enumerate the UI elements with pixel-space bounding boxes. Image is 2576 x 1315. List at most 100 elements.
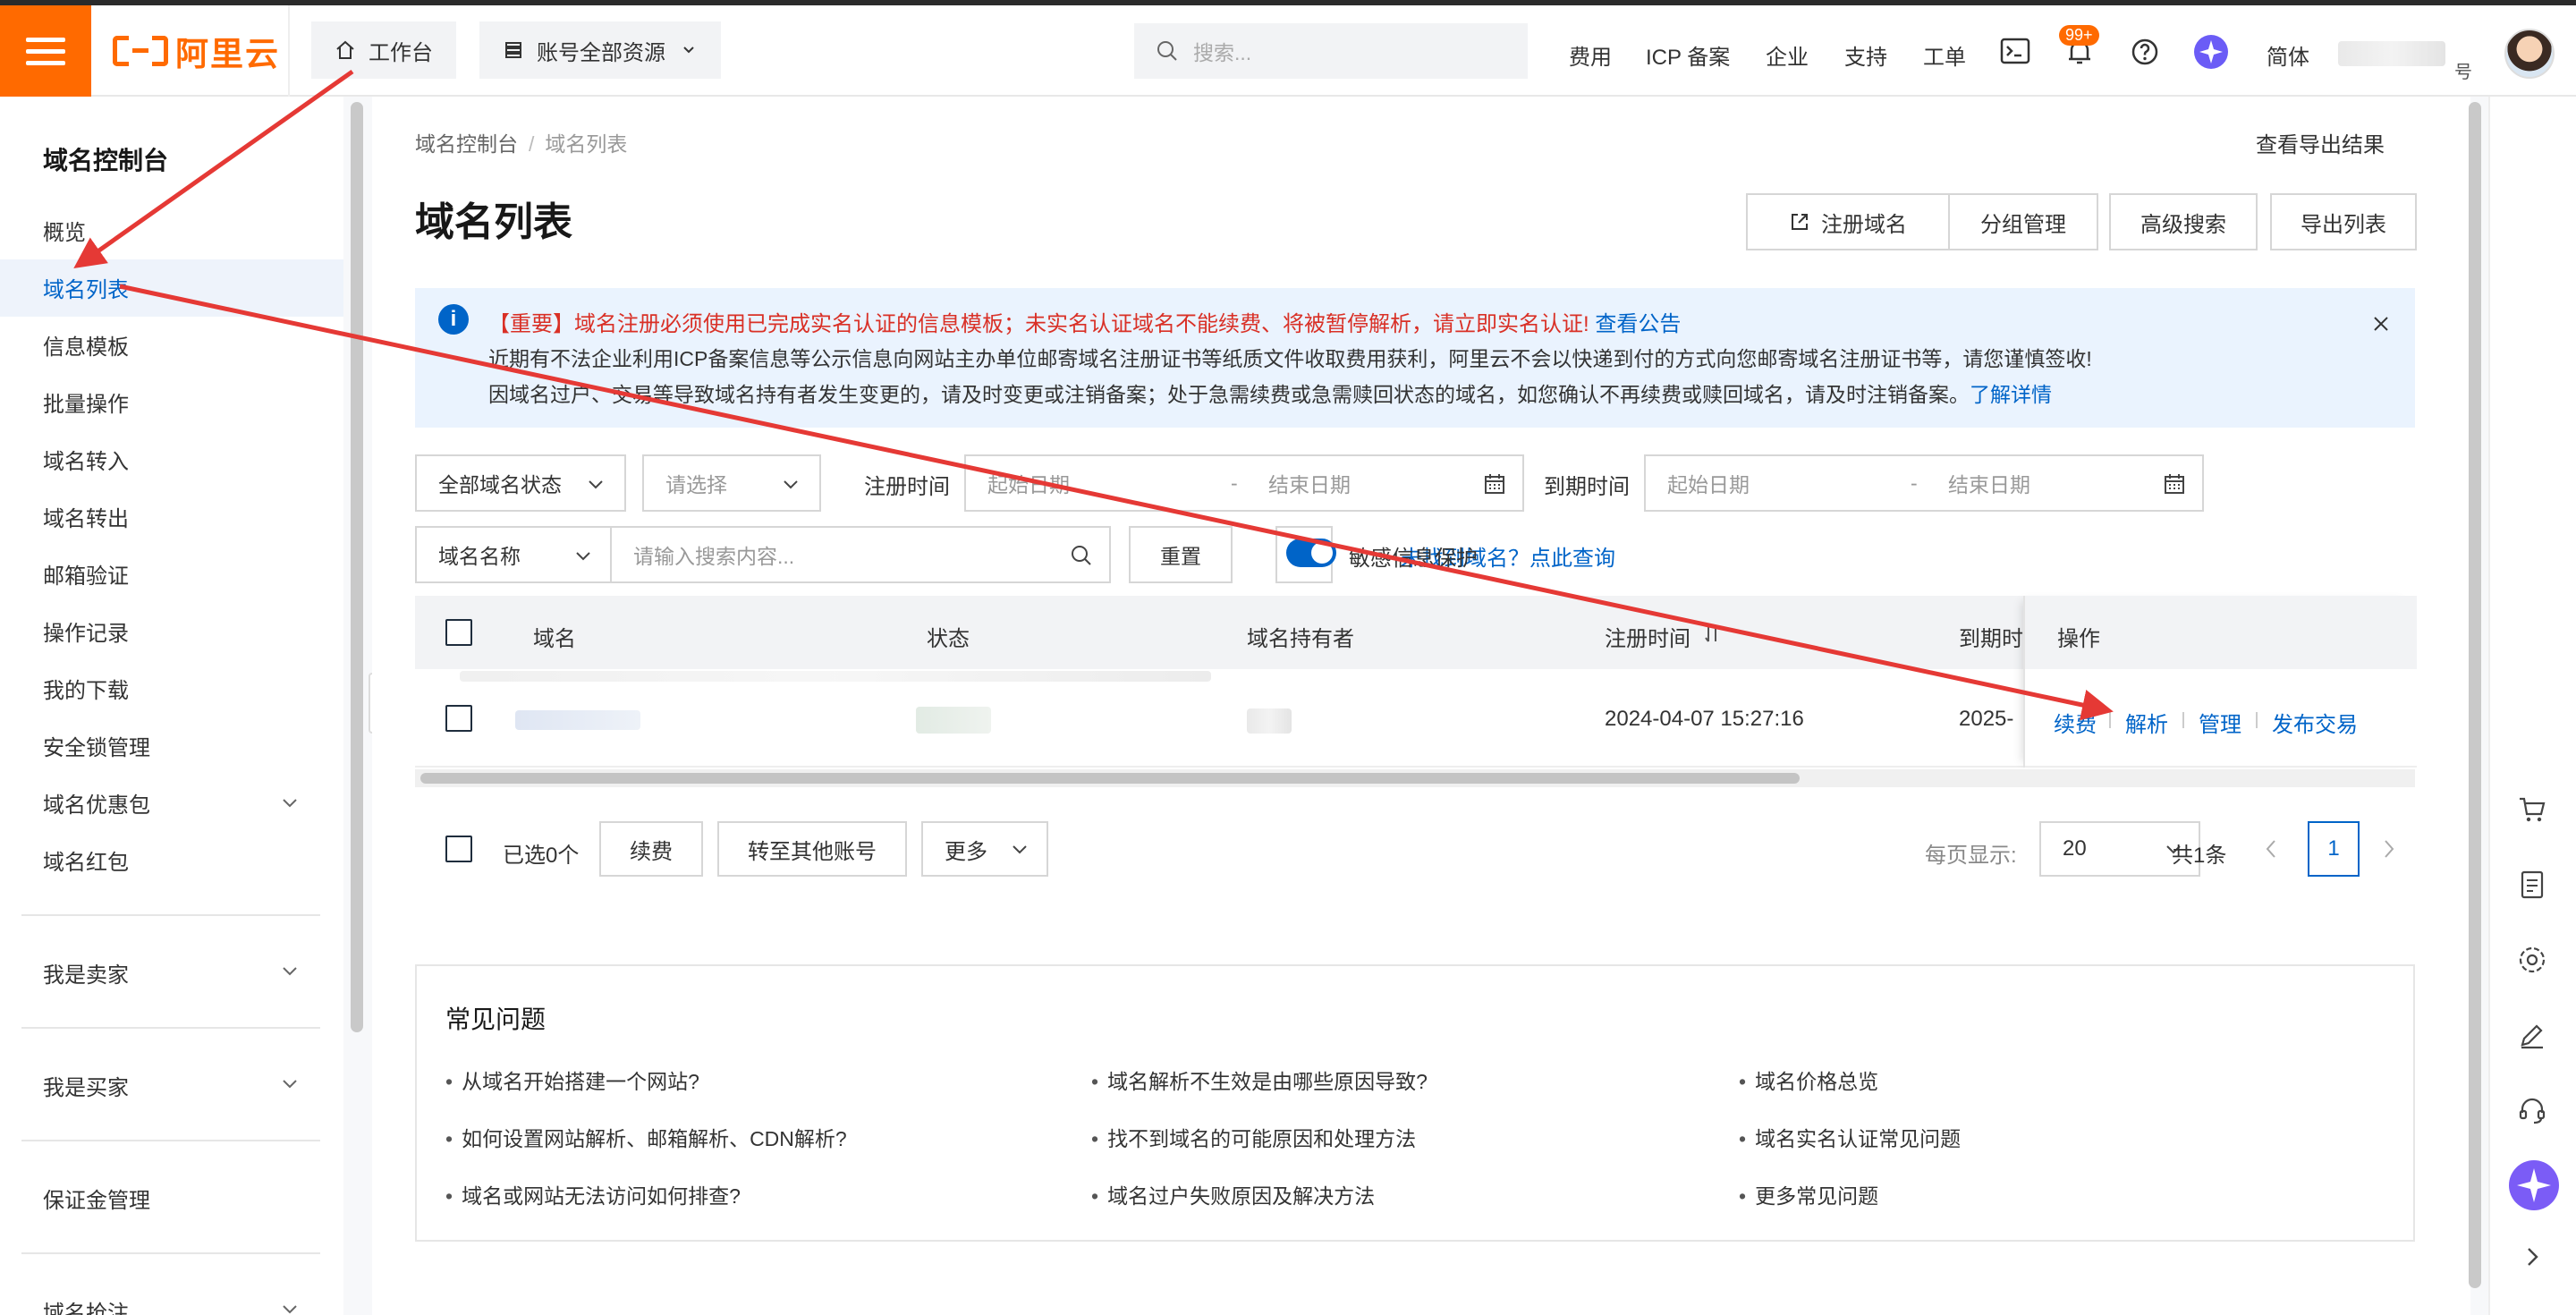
- sidebar-group-buyer[interactable]: 我是买家: [43, 1070, 129, 1101]
- nav-enterprise[interactable]: 企业: [1766, 39, 1809, 71]
- faq-link[interactable]: 从域名开始搭建一个网站?: [445, 1065, 699, 1095]
- register-domain-button[interactable]: 注册域名: [1746, 193, 1950, 250]
- faq-link[interactable]: 域名价格总览: [1739, 1065, 1878, 1095]
- edit-icon[interactable]: [2517, 1020, 2547, 1050]
- renew-link[interactable]: 续费: [2054, 707, 2097, 738]
- more-actions-dropdown[interactable]: 更多: [921, 821, 1048, 877]
- ai-assistant-icon[interactable]: [2193, 34, 2229, 70]
- publish-trade-link[interactable]: 发布交易: [2272, 707, 2358, 738]
- search-field-type-select[interactable]: 域名名称: [415, 526, 614, 583]
- language-switch[interactable]: 简体: [2267, 39, 2309, 71]
- faq-link[interactable]: 找不到域名的可能原因和处理方法: [1091, 1122, 1416, 1152]
- chevron-down-icon[interactable]: [279, 1299, 301, 1315]
- chevron-right-icon[interactable]: [2517, 1242, 2547, 1272]
- search-icon[interactable]: [1070, 544, 1093, 567]
- reg-date-range-picker[interactable]: 起始日期 - 结束日期: [964, 454, 1524, 512]
- chevron-right-icon[interactable]: [2377, 837, 2399, 861]
- exp-date-range-picker[interactable]: 起始日期 - 结束日期: [1644, 454, 2204, 512]
- close-icon[interactable]: [2372, 315, 2390, 333]
- aliyun-logo[interactable]: 阿里云: [113, 32, 280, 72]
- select-all-checkbox[interactable]: [445, 619, 472, 646]
- page-1-button[interactable]: 1: [2308, 821, 2360, 877]
- sidebar-item-templates[interactable]: 信息模板: [43, 329, 129, 361]
- sidebar-item-discount-pack[interactable]: 域名优惠包: [43, 787, 150, 819]
- sidebar-scrollbar[interactable]: [351, 102, 363, 1032]
- manage-link[interactable]: 管理: [2199, 707, 2241, 738]
- group-manage-button[interactable]: 分组管理: [1948, 193, 2098, 250]
- global-search-input[interactable]: 搜索...: [1134, 23, 1528, 79]
- bulk-renew-button[interactable]: 续费: [599, 821, 703, 877]
- domain-name-blurred[interactable]: [515, 710, 640, 730]
- sidebar-group-seller[interactable]: 我是卖家: [43, 957, 129, 988]
- calendar-icon: [1485, 474, 1504, 494]
- faq-link[interactable]: 域名解析不生效是由哪些原因导致?: [1091, 1065, 1428, 1095]
- breadcrumb-root[interactable]: 域名控制台: [415, 132, 518, 156]
- nav-icp[interactable]: ICP 备案: [1646, 39, 1730, 71]
- sidebar-item-transfer-out[interactable]: 域名转出: [43, 501, 129, 532]
- faq-link[interactable]: 域名过户失败原因及解决方法: [1091, 1179, 1375, 1209]
- sidebar-item-red-packet[interactable]: 域名红包: [43, 844, 129, 876]
- nav-ticket[interactable]: 工单: [1923, 39, 1966, 71]
- owner-blurred: [1247, 708, 1292, 734]
- chevron-down-icon[interactable]: [279, 793, 301, 814]
- sidebar-item-deposit[interactable]: 保证金管理: [43, 1183, 150, 1214]
- transfer-account-label: 转至其他账号: [748, 839, 877, 864]
- resources-dropdown[interactable]: 账号全部资源: [479, 21, 721, 79]
- domain-status-select[interactable]: 全部域名状态: [415, 454, 626, 512]
- col-operations: 操作: [2057, 627, 2100, 651]
- account-name-blurred[interactable]: [2338, 41, 2445, 66]
- sidebar-item-security-lock[interactable]: 安全锁管理: [43, 730, 150, 761]
- transfer-account-button[interactable]: 转至其他账号: [717, 821, 907, 877]
- sidebar-item-op-records[interactable]: 操作记录: [43, 615, 129, 647]
- faq-link[interactable]: 域名或网站无法访问如何排查?: [445, 1179, 741, 1209]
- main-scrollbar[interactable]: [2469, 102, 2481, 1288]
- chevron-down-icon[interactable]: [279, 1073, 301, 1095]
- col-exp-time: 到期时: [1959, 627, 2023, 651]
- learn-more-link[interactable]: 了解详情: [1970, 383, 2052, 406]
- search-field-type-value: 域名名称: [438, 545, 521, 568]
- notification-badge: 99+: [2059, 25, 2099, 46]
- customer-service-icon[interactable]: [2517, 1095, 2547, 1125]
- cart-icon[interactable]: [2517, 794, 2547, 825]
- domain-search-input[interactable]: 请输入搜索内容...: [610, 526, 1111, 583]
- sidebar-item-batch[interactable]: 批量操作: [43, 386, 129, 418]
- reset-button[interactable]: 重置: [1129, 526, 1233, 583]
- sensitive-info-toggle[interactable]: [1286, 539, 1336, 567]
- breadcrumb: 域名控制台 / 域名列表: [415, 132, 628, 156]
- export-list-button[interactable]: 导出列表: [2270, 193, 2417, 250]
- nav-fee[interactable]: 费用: [1569, 39, 1612, 71]
- sidebar-item-email-verify[interactable]: 邮箱验证: [43, 558, 129, 590]
- help-icon[interactable]: [2131, 38, 2159, 66]
- sidebar-item-transfer-in[interactable]: 域名转入: [43, 444, 129, 475]
- faq-link[interactable]: 更多常见问题: [1739, 1179, 1878, 1209]
- faq-link[interactable]: 如何设置网站解析、邮箱解析、CDN解析?: [445, 1122, 847, 1152]
- sidebar-item-overview[interactable]: 概览: [43, 215, 86, 246]
- category-select[interactable]: 请选择: [642, 454, 821, 512]
- col-reg-time[interactable]: 注册时间: [1605, 621, 1690, 652]
- workbench-button[interactable]: 工作台: [311, 21, 456, 79]
- row-checkbox[interactable]: [445, 705, 472, 732]
- notice-important-text: 【重要】域名注册必须使用已完成实名认证的信息模板；未实名认证域名不能续费、将被暂…: [488, 312, 1589, 336]
- more-actions-label: 更多: [945, 839, 987, 864]
- faq-link[interactable]: 域名实名认证常见问题: [1739, 1122, 1961, 1152]
- nav-support[interactable]: 支持: [1844, 39, 1887, 71]
- view-announcement-link[interactable]: 查看公告: [1595, 312, 1681, 336]
- avatar[interactable]: [2504, 29, 2555, 79]
- ai-assistant-icon[interactable]: [2508, 1159, 2560, 1211]
- export-results-link[interactable]: 查看导出结果: [2256, 127, 2385, 158]
- api-doc-icon[interactable]: [2517, 870, 2547, 900]
- chevron-left-icon[interactable]: [2261, 837, 2283, 861]
- sort-icon[interactable]: [1703, 623, 1721, 644]
- sidebar-item-downloads[interactable]: 我的下载: [43, 673, 129, 704]
- gear-icon[interactable]: [2517, 945, 2547, 975]
- dns-resolve-link[interactable]: 解析: [2125, 707, 2168, 738]
- terminal-icon[interactable]: [2000, 38, 2030, 64]
- table-horizontal-scrollbar[interactable]: [415, 769, 2415, 787]
- chevron-down-icon[interactable]: [279, 961, 301, 982]
- exp-start-placeholder: 起始日期: [1667, 473, 1750, 496]
- hamburger-menu-button[interactable]: [0, 5, 91, 97]
- sidebar-group-backorder[interactable]: 域名抢注: [43, 1295, 129, 1315]
- sidebar-item-domain-list[interactable]: 域名列表: [43, 272, 129, 303]
- bulk-select-checkbox[interactable]: [445, 836, 472, 862]
- advanced-search-button[interactable]: 高级搜索: [2109, 193, 2258, 250]
